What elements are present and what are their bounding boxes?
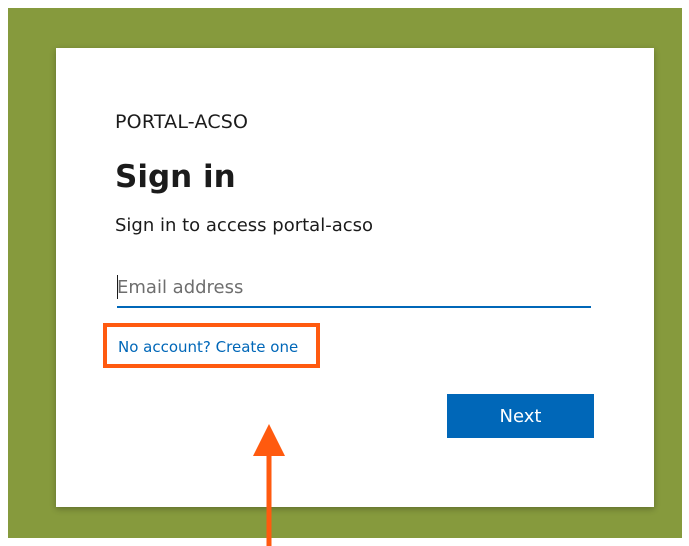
- create-account-link[interactable]: No account? Create one: [118, 338, 298, 356]
- text-cursor: [117, 275, 118, 299]
- annotation-arrow-up-icon: [253, 424, 285, 546]
- email-field[interactable]: [117, 268, 591, 308]
- sign-in-card: PORTAL-ACSO Sign in Sign in to access po…: [56, 48, 654, 546]
- page-subtitle: Sign in to access portal-acso: [115, 215, 374, 236]
- next-button[interactable]: Next: [447, 394, 594, 438]
- page-title: Sign in: [115, 159, 236, 195]
- org-name: PORTAL-ACSO: [115, 111, 249, 133]
